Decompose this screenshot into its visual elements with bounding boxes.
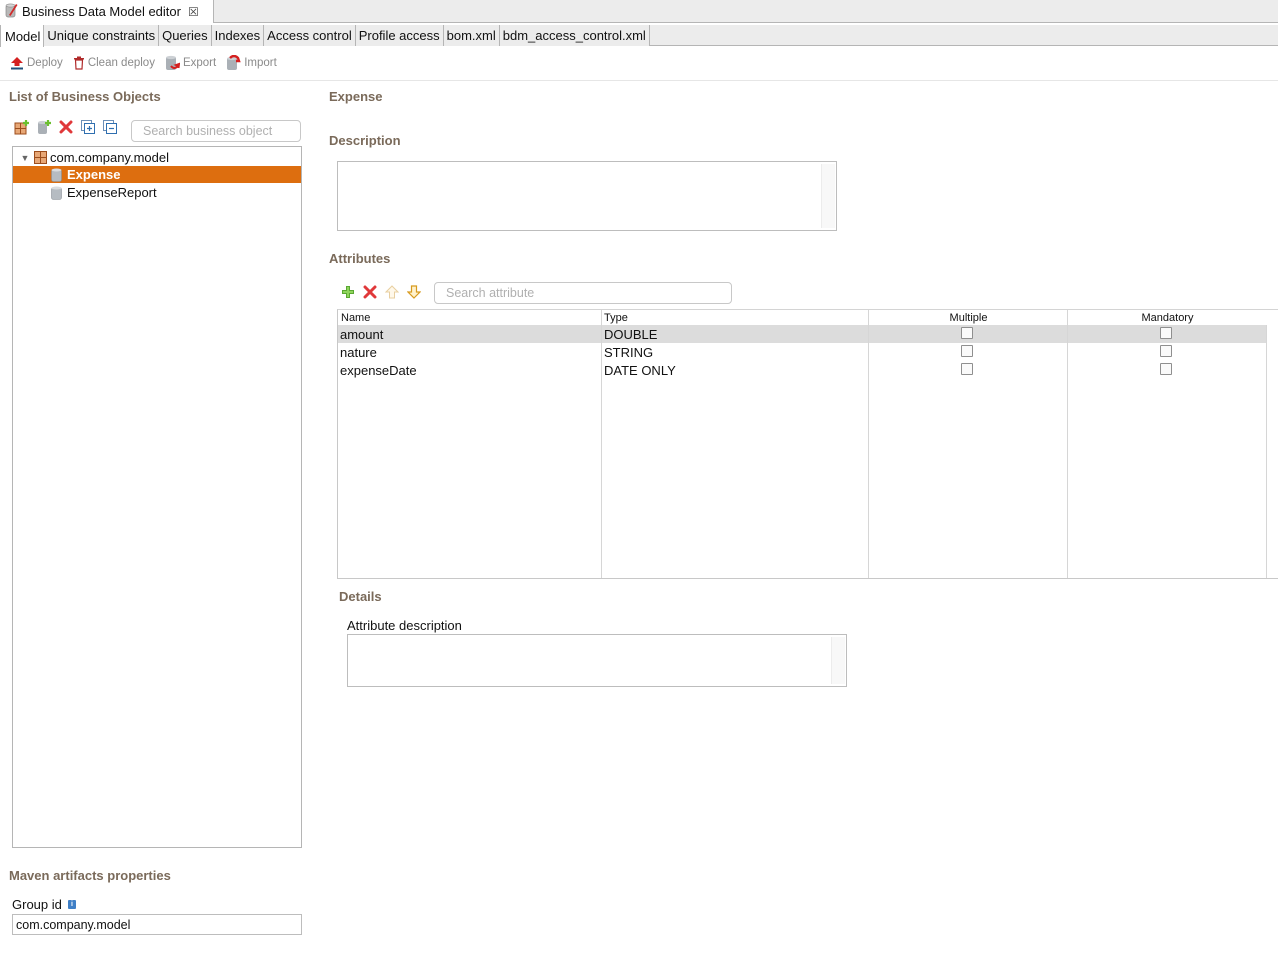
- tab-queries[interactable]: Queries: [159, 25, 212, 46]
- add-package-button[interactable]: [14, 119, 30, 138]
- editor-tab-title: Business Data Model editor: [22, 4, 181, 19]
- column-header-mandatory[interactable]: Mandatory: [1068, 310, 1267, 325]
- clean-deploy-button[interactable]: Clean deploy: [73, 56, 155, 70]
- attribute-description-label: Attribute description: [347, 618, 462, 633]
- delete-business-object-button[interactable]: [58, 120, 74, 136]
- column-divider: [601, 310, 602, 578]
- multiple-checkbox[interactable]: [961, 363, 973, 375]
- add-package-icon: [14, 119, 30, 138]
- collapse-all-button[interactable]: [102, 119, 118, 137]
- tree-item-expense[interactable]: Expense: [13, 166, 301, 183]
- tab-model[interactable]: Model: [0, 25, 45, 47]
- attributes-table: Name Type Multiple Mandatory amount DOUB…: [337, 309, 1278, 579]
- mandatory-checkbox[interactable]: [1160, 345, 1172, 357]
- toolbar-divider: [0, 80, 1278, 81]
- column-header-name[interactable]: Name: [341, 310, 370, 325]
- expand-all-icon: [81, 119, 95, 137]
- mandatory-checkbox[interactable]: [1160, 327, 1172, 339]
- editor-tab[interactable]: Business Data Model editor ☒: [0, 0, 214, 23]
- business-object-icon: [51, 168, 62, 182]
- table-row[interactable]: nature STRING: [338, 343, 1266, 361]
- business-object-tree: ▼ com.company.model Expense ExpenseRepor…: [12, 146, 302, 848]
- delete-icon: [59, 120, 73, 137]
- business-object-name: ExpenseReport: [67, 185, 157, 200]
- collapse-all-icon: [103, 119, 117, 137]
- tab-unique-constraints[interactable]: Unique constraints: [44, 25, 160, 46]
- delete-attribute-button[interactable]: [362, 285, 378, 301]
- close-icon[interactable]: ☒: [188, 5, 199, 19]
- column-header-multiple[interactable]: Multiple: [869, 310, 1068, 325]
- clean-deploy-label: Clean deploy: [87, 57, 155, 69]
- description-textarea[interactable]: [337, 161, 837, 231]
- search-business-object-input[interactable]: Search business object: [131, 120, 301, 142]
- table-row[interactable]: amount DOUBLE: [338, 325, 1266, 343]
- attribute-actions: [340, 284, 422, 302]
- description-title: Description: [329, 133, 401, 148]
- add-business-object-icon: [36, 119, 52, 138]
- attribute-name: amount: [340, 326, 384, 342]
- delete-icon: [363, 285, 377, 302]
- attribute-description-scrollbar[interactable]: [831, 637, 845, 684]
- bdm-editor-icon: [4, 2, 18, 21]
- tree-item-expensereport[interactable]: ExpenseReport: [13, 184, 301, 201]
- deploy-label: Deploy: [27, 57, 63, 69]
- tab-bom-xml[interactable]: bom.xml: [443, 25, 500, 46]
- arrow-down-icon: [406, 284, 422, 302]
- tree-package-row[interactable]: ▼ com.company.model: [13, 149, 301, 166]
- toolbar: Deploy Clean deploy Export Import: [10, 54, 277, 72]
- attribute-description-textarea[interactable]: [347, 634, 847, 687]
- attributes-title: Attributes: [329, 251, 391, 266]
- column-divider: [1266, 325, 1267, 578]
- attribute-type: DOUBLE: [604, 326, 658, 342]
- info-icon[interactable]: i: [68, 900, 76, 909]
- multiple-checkbox[interactable]: [961, 327, 973, 339]
- editor-tab-bar: Business Data Model editor ☒: [0, 0, 1278, 23]
- attribute-name: nature: [340, 344, 377, 360]
- attribute-type: DATE ONLY: [604, 362, 676, 378]
- move-up-button[interactable]: [384, 284, 400, 302]
- business-objects-title: List of Business Objects: [9, 89, 161, 104]
- deploy-icon: [10, 56, 24, 70]
- add-icon: [341, 285, 355, 302]
- expand-all-button[interactable]: [80, 119, 96, 137]
- business-object-title: Expense: [329, 89, 383, 104]
- trash-icon: [73, 56, 85, 70]
- import-icon: [226, 55, 241, 71]
- business-object-icon: [51, 186, 62, 200]
- import-button[interactable]: Import: [226, 55, 277, 71]
- import-label: Import: [244, 57, 277, 69]
- tab-profile-access[interactable]: Profile access: [355, 25, 444, 46]
- multiple-checkbox[interactable]: [961, 345, 973, 357]
- tab-bdm-access-control-xml[interactable]: bdm_access_control.xml: [499, 25, 650, 46]
- group-id-input[interactable]: com.company.model: [12, 914, 302, 935]
- add-attribute-button[interactable]: [340, 285, 356, 301]
- package-name: com.company.model: [50, 150, 169, 165]
- tab-access-control[interactable]: Access control: [264, 25, 356, 46]
- move-down-button[interactable]: [406, 284, 422, 302]
- column-divider: [1067, 310, 1068, 578]
- export-icon: [165, 55, 180, 71]
- table-row[interactable]: expenseDate DATE ONLY: [338, 361, 1266, 379]
- expand-triangle-icon[interactable]: ▼: [19, 153, 31, 163]
- details-title: Details: [339, 589, 382, 604]
- model-subtabs: Model Unique constraints Queries Indexes…: [0, 25, 1278, 47]
- search-attribute-input[interactable]: Search attribute: [434, 282, 732, 304]
- column-header-type[interactable]: Type: [604, 310, 628, 325]
- column-divider: [868, 310, 869, 578]
- export-label: Export: [182, 57, 217, 69]
- export-button[interactable]: Export: [165, 55, 216, 71]
- mandatory-checkbox[interactable]: [1160, 363, 1172, 375]
- tab-indexes[interactable]: Indexes: [211, 25, 265, 46]
- group-id-label: Group id: [12, 897, 62, 912]
- business-object-actions: [14, 119, 118, 138]
- business-object-name: Expense: [67, 167, 121, 182]
- attribute-name: expenseDate: [340, 362, 417, 378]
- attribute-type: STRING: [604, 344, 654, 360]
- deploy-button[interactable]: Deploy: [10, 56, 63, 70]
- package-icon: [34, 151, 47, 164]
- description-scrollbar[interactable]: [821, 164, 835, 228]
- arrow-up-icon: [384, 284, 400, 302]
- maven-properties-title: Maven artifacts properties: [9, 868, 171, 883]
- add-business-object-button[interactable]: [36, 119, 52, 138]
